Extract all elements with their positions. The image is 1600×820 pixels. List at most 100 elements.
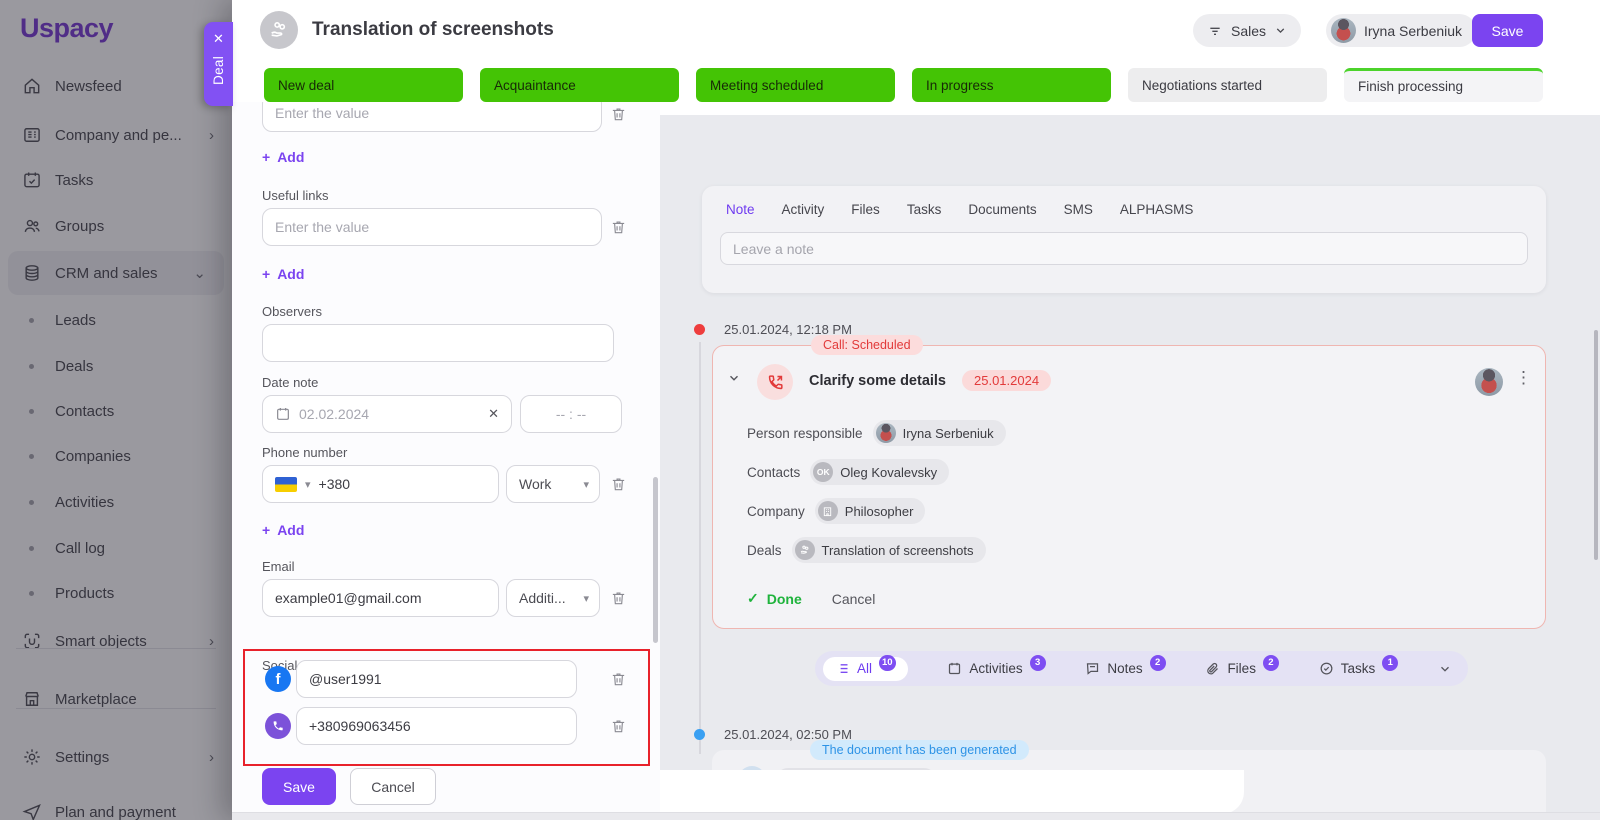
call-field-row: Contacts OK Oleg Kovalevsky [747, 459, 950, 485]
count-badge: 2 [1149, 654, 1166, 671]
message-icon [1085, 661, 1100, 676]
contact-chip[interactable]: OK Oleg Kovalevsky [810, 459, 950, 485]
avatar [1331, 18, 1356, 43]
chevron-down-icon[interactable] [1438, 662, 1452, 676]
deal-form-panel: + Add Useful links + Add Observers Date … [232, 102, 660, 820]
stage-in-progress[interactable]: In progress [912, 68, 1111, 102]
note-composer-card: Note Activity Files Tasks Documents SMS … [702, 186, 1546, 293]
close-icon[interactable]: ✕ [213, 30, 224, 48]
company-chip[interactable]: Philosopher [814, 498, 926, 524]
form-scrollbar[interactable] [653, 477, 658, 643]
email-label: Email [262, 559, 295, 574]
call-activity-card: Call: Scheduled Clarify some details 25.… [712, 335, 1546, 629]
call-field-row: Person responsible Iryna Serbeniuk [747, 420, 1006, 446]
date-input[interactable]: 02.02.2024 ✕ [262, 395, 512, 433]
stage-new-deal[interactable]: New deal [264, 68, 463, 102]
filter-tasks[interactable]: Tasks 1 [1319, 654, 1399, 677]
date-note-label: Date note [262, 375, 319, 390]
call-field-row: Deals Translation of screenshots [747, 537, 986, 563]
page-title: Translation of screenshots [312, 19, 554, 40]
responsible-user-chip[interactable]: Iryna Serbeniuk [1326, 14, 1477, 47]
pipeline-stages: New deal Acquaintance Meeting scheduled … [264, 68, 1543, 102]
trash-icon[interactable] [610, 589, 627, 607]
save-button[interactable]: Save [1472, 14, 1543, 47]
ukraine-flag-icon[interactable] [275, 476, 297, 492]
tab-files[interactable]: Files [851, 202, 880, 217]
tab-alphasms[interactable]: ALPHASMS [1120, 202, 1194, 217]
tab-documents[interactable]: Documents [968, 202, 1036, 217]
timeline-dot-call [694, 324, 705, 335]
workspace-selector[interactable]: Sales [1193, 14, 1302, 47]
tab-activity[interactable]: Activity [782, 202, 825, 217]
trash-icon[interactable] [610, 717, 627, 735]
custom-field-input[interactable] [262, 102, 602, 132]
plus-icon: + [262, 266, 271, 282]
composer-tabs: Note Activity Files Tasks Documents SMS … [726, 202, 1193, 217]
phone-input[interactable]: ▾ +380 [262, 465, 499, 503]
filter-files[interactable]: Files 2 [1205, 654, 1279, 677]
stage-negotiations-started[interactable]: Negotiations started [1128, 68, 1327, 102]
avatar [875, 423, 896, 443]
filter-notes[interactable]: Notes 2 [1085, 654, 1166, 677]
deal-chip[interactable]: Translation of screenshots [791, 537, 986, 563]
note-input[interactable] [720, 232, 1528, 265]
email-type-select[interactable]: Additi... ▾ [506, 579, 600, 617]
time-placeholder: -- : -- [555, 406, 587, 422]
add-phone-link[interactable]: + Add [262, 522, 304, 538]
useful-links-input[interactable] [262, 208, 602, 246]
form-cancel-button[interactable]: Cancel [350, 768, 436, 805]
trash-icon[interactable] [610, 670, 627, 688]
panel-scrollbar[interactable] [1594, 330, 1598, 560]
count-badge: 3 [1029, 654, 1046, 671]
initials-avatar: OK [813, 462, 834, 482]
filter-activities[interactable]: Activities 3 [947, 654, 1046, 677]
time-input[interactable]: -- : -- [520, 395, 622, 433]
viber-icon [265, 713, 291, 739]
caret-down-icon: ▾ [583, 478, 589, 491]
funnel-lines-icon [1210, 27, 1220, 35]
clear-icon[interactable]: ✕ [488, 406, 499, 422]
activity-panel: Note Activity Files Tasks Documents SMS … [660, 115, 1600, 820]
tab-sms[interactable]: SMS [1064, 202, 1093, 217]
call-title-row: Clarify some details 25.01.2024 [809, 370, 1052, 391]
email-input[interactable] [262, 579, 499, 617]
kebab-menu-icon[interactable]: ⋮ [1515, 368, 1532, 388]
call-actions: ✓ Done Cancel [747, 590, 875, 607]
list-icon [835, 661, 850, 676]
cancel-button[interactable]: Cancel [832, 591, 876, 607]
stage-finish-processing[interactable]: Finish processing [1344, 68, 1543, 102]
user-name: Iryna Serbeniuk [1364, 22, 1463, 39]
call-status-badge: Call: Scheduled [811, 335, 923, 355]
stage-meeting-scheduled[interactable]: Meeting scheduled [696, 68, 895, 102]
timeline-dot-document [694, 729, 705, 740]
observers-input[interactable] [262, 324, 614, 362]
stage-acquaintance[interactable]: Acquaintance [480, 68, 679, 102]
deal-side-tab[interactable]: ✕ Deal [204, 22, 233, 106]
facebook-input[interactable] [296, 660, 577, 698]
sidebar: Uspacy Newsfeed Company and pe... › Task… [0, 0, 232, 820]
filter-all[interactable]: All 10 [823, 654, 908, 681]
viber-input[interactable] [296, 707, 577, 745]
trash-icon[interactable] [610, 218, 627, 236]
deal-tab-label: Deal [211, 56, 226, 85]
add-field-link[interactable]: + Add [262, 149, 304, 165]
call-title[interactable]: Clarify some details [809, 373, 946, 389]
caret-down-icon: ▾ [305, 478, 311, 491]
collapse-chevron-icon[interactable] [727, 371, 741, 385]
avatar [1475, 368, 1503, 396]
done-button[interactable]: ✓ Done [747, 590, 802, 607]
phone-type-select[interactable]: Work ▾ [506, 465, 600, 503]
count-badge: 2 [1262, 654, 1279, 671]
check-circle-icon [1319, 661, 1334, 676]
tab-tasks[interactable]: Tasks [907, 202, 942, 217]
workspace-label: Sales [1231, 22, 1267, 39]
add-link-link[interactable]: + Add [262, 266, 304, 282]
date-placeholder: 02.02.2024 [299, 406, 370, 422]
tab-note[interactable]: Note [726, 202, 755, 217]
timeline-line [699, 342, 701, 754]
app-root: Uspacy Newsfeed Company and pe... › Task… [0, 0, 1600, 820]
trash-icon[interactable] [610, 475, 627, 493]
trash-icon[interactable] [610, 105, 627, 123]
person-chip[interactable]: Iryna Serbeniuk [872, 420, 1006, 446]
form-save-button[interactable]: Save [262, 768, 336, 805]
